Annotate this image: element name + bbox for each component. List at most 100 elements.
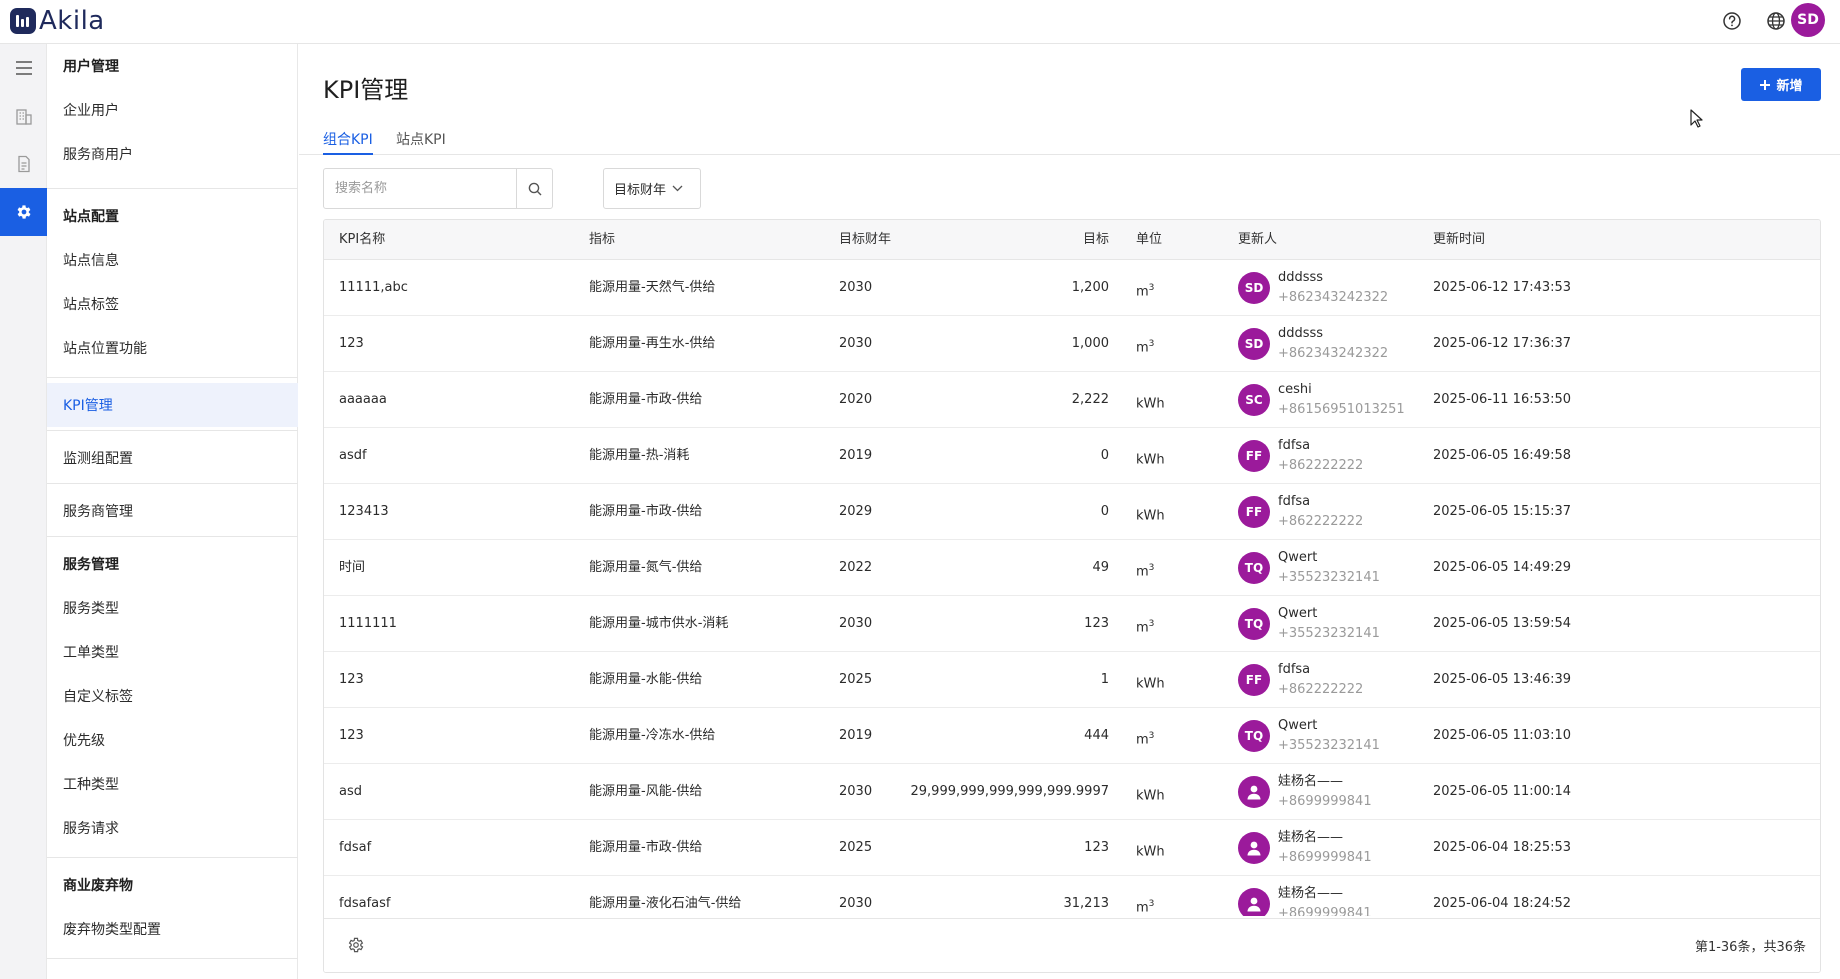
cell-target-year: 2020	[839, 392, 873, 407]
column-header-updated-at[interactable]: 更新时间	[1433, 220, 1485, 260]
user-avatar: FF	[1238, 496, 1270, 528]
table-row[interactable]: 123 能源用量-再生水-供给 2030 1,000 m3 SD dddsss +862343…	[324, 316, 1820, 372]
sidebar-item-kpi-management[interactable]: KPI管理	[47, 383, 298, 427]
user-avatar	[1238, 888, 1270, 916]
main-content: KPI管理 新增 组合KPI 站点KPI 目标财年 KPI名称 指标 目标财年 …	[299, 44, 1840, 979]
cell-target-year: 2022	[839, 560, 873, 575]
sidebar-group-service-management[interactable]: 服务管理	[47, 542, 298, 586]
cell-kpi-name: fdsaf	[339, 840, 372, 855]
column-header-target[interactable]: 目标	[1074, 220, 1109, 260]
sidebar-item-enterprise-users[interactable]: 企业用户	[47, 88, 298, 132]
settings-icon[interactable]	[0, 188, 47, 236]
cell-kpi-name: aaaaaa	[339, 392, 387, 407]
user-avatar[interactable]: SD	[1791, 3, 1825, 37]
search-icon	[528, 182, 542, 195]
unit-base: m	[1136, 284, 1149, 300]
app-logo[interactable]: Akila	[10, 6, 105, 36]
search-button[interactable]	[516, 169, 552, 208]
add-kpi-button[interactable]: 新增	[1741, 68, 1821, 101]
cell-updated-by: FF fdfsa +862222222	[1238, 484, 1363, 540]
user-name: fdfsa	[1278, 494, 1311, 509]
logo-mark-icon	[10, 8, 36, 34]
column-header-unit[interactable]: 单位	[1136, 220, 1162, 260]
sidebar-item-site-tags[interactable]: 站点标签	[47, 282, 298, 326]
top-bar: Akila SD	[0, 0, 1840, 44]
table-row[interactable]: 1111111 能源用量-城市供水-消耗 2030 123 m3 TQ Qwert +3552…	[324, 596, 1820, 652]
sidebar-item-monitor-group[interactable]: 监测组配置	[47, 436, 298, 480]
user-initials: SD	[1244, 281, 1264, 295]
sidebar-group-user-management[interactable]: 用户管理	[47, 44, 298, 88]
table-row[interactable]: 时间 能源用量-氮气-供给 2022 49 m3 TQ Qwert +35523232141 2…	[324, 540, 1820, 596]
sidebar-item-service-requests[interactable]: 服务请求	[47, 806, 298, 850]
sidebar-item-waste-type-config[interactable]: 废弃物类型配置	[47, 907, 298, 951]
cell-target-year: 2025	[839, 840, 873, 855]
cell-updated-by: TQ Qwert +35523232141	[1238, 540, 1380, 596]
sidebar-group-site-config[interactable]: 站点配置	[47, 194, 298, 238]
cell-target: 49	[1092, 560, 1109, 575]
cell-target: 0	[1100, 448, 1109, 463]
table-row[interactable]: 123413 能源用量-市政-供给 2029 0 kWh FF fdfsa +86222222…	[324, 484, 1820, 540]
unit-base: kWh	[1136, 508, 1165, 524]
cell-target-year: 2030	[839, 336, 873, 351]
unit-superscript: 3	[1148, 283, 1155, 293]
cell-unit: kWh	[1136, 484, 1165, 540]
sidebar-item-site-info[interactable]: 站点信息	[47, 238, 298, 282]
cell-target: 1,200	[1071, 280, 1109, 295]
sidebar-item-priority[interactable]: 优先级	[47, 718, 298, 762]
table-row[interactable]: fdsafasf 能源用量-液化石油气-供给 2030 31,213 m3 娃杨名—— +8…	[324, 876, 1820, 916]
document-icon[interactable]	[0, 140, 47, 188]
user-avatar: TQ	[1238, 552, 1270, 584]
table-row[interactable]: fdsaf 能源用量-市政-供给 2025 123 kWh 娃杨名—— +869999984…	[324, 820, 1820, 876]
cell-metric: 能源用量-氮气-供给	[589, 560, 703, 575]
sidebar-group-commercial-waste[interactable]: 商业废弃物	[47, 863, 298, 907]
cell-target-year: 2030	[839, 896, 873, 911]
cell-kpi-name: asd	[339, 784, 362, 799]
cell-unit: kWh	[1136, 372, 1165, 428]
column-header-metric[interactable]: 指标	[589, 220, 615, 260]
user-name: ceshi	[1278, 382, 1312, 397]
column-header-kpi-name[interactable]: KPI名称	[339, 220, 385, 260]
user-name: fdfsa	[1278, 662, 1311, 677]
table-row[interactable]: 123 能源用量-水能-供给 2025 1 kWh FF fdfsa +862222222 20…	[324, 652, 1820, 708]
cell-metric: 能源用量-市政-供给	[589, 840, 703, 855]
search-input[interactable]	[324, 169, 517, 208]
fiscal-year-filter[interactable]: 目标财年	[603, 168, 701, 209]
sidebar-item-service-types[interactable]: 服务类型	[47, 586, 298, 630]
user-phone: +862343242322	[1278, 290, 1389, 305]
table-row[interactable]: asdf 能源用量-热-消耗 2019 0 kWh FF fdfsa +862222222 20…	[324, 428, 1820, 484]
column-header-target-year[interactable]: 目标财年	[839, 220, 891, 260]
sidebar-item-provider-management[interactable]: 服务商管理	[47, 489, 298, 533]
kpi-tabs: 组合KPI 站点KPI	[299, 124, 1840, 155]
column-header-updated-by[interactable]: 更新人	[1238, 220, 1277, 260]
cell-target: 123	[1084, 616, 1109, 631]
user-initials: TQ	[1244, 729, 1264, 743]
table-row[interactable]: asd 能源用量-风能-供给 2030 29,999,999,999,999,999.…	[324, 764, 1820, 820]
tab-site-kpi[interactable]: 站点KPI	[396, 124, 446, 155]
sidebar-item-custom-tags[interactable]: 自定义标签	[47, 674, 298, 718]
menu-icon[interactable]	[0, 44, 47, 92]
globe-icon[interactable]	[1764, 9, 1788, 33]
kpi-table: KPI名称 指标 目标财年 目标 单位 更新人 更新时间 11111,abc 能源…	[323, 219, 1821, 973]
table-row[interactable]: 11111,abc 能源用量-天然气-供给 2030 1,200 m3 SD dddsss +…	[324, 260, 1820, 316]
sidebar-item-trade-types[interactable]: 工种类型	[47, 762, 298, 806]
sidebar-item-site-location[interactable]: 站点位置功能	[47, 326, 298, 370]
sidebar-item-work-order-types[interactable]: 工单类型	[47, 630, 298, 674]
user-avatar: TQ	[1238, 720, 1270, 752]
user-name: dddsss	[1278, 326, 1324, 341]
user-initials: FF	[1245, 673, 1263, 687]
cell-target: 123	[1084, 840, 1109, 855]
cell-metric: 能源用量-热-消耗	[589, 448, 690, 463]
building-icon[interactable]	[0, 92, 47, 140]
search-box	[323, 168, 553, 209]
plus-icon	[1760, 79, 1771, 90]
tab-combined-kpi[interactable]: 组合KPI	[323, 124, 373, 155]
cell-kpi-name: fdsafasf	[339, 896, 391, 911]
cell-updated-at: 2025-06-05 11:03:10	[1433, 728, 1572, 743]
gear-icon[interactable]	[347, 936, 367, 956]
help-icon[interactable]	[1720, 9, 1744, 33]
cell-unit: m3	[1136, 316, 1154, 372]
table-row[interactable]: 123 能源用量-冷冻水-供给 2019 444 m3 TQ Qwert +355232321…	[324, 708, 1820, 764]
unit-superscript: 3	[1148, 619, 1155, 629]
sidebar-item-provider-users[interactable]: 服务商用户	[47, 132, 298, 176]
table-row[interactable]: aaaaaa 能源用量-市政-供给 2020 2,222 kWh SC ceshi +8615…	[324, 372, 1820, 428]
